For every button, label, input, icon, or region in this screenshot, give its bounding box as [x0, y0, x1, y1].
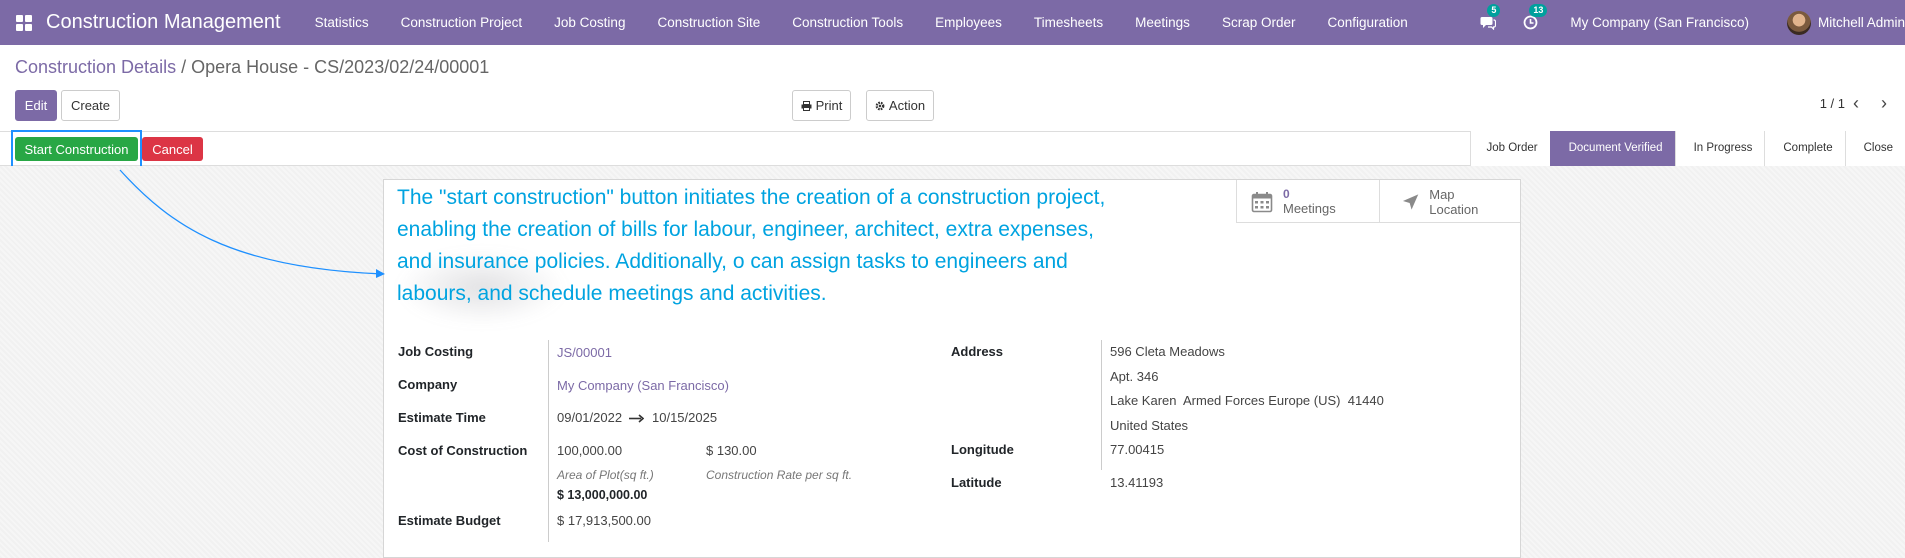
company-link[interactable]: My Company (San Francisco): [557, 378, 729, 393]
estimate-end-date[interactable]: 10/15/2025: [652, 410, 717, 425]
address-street2[interactable]: Apt. 346: [1110, 369, 1158, 384]
address-city-state-zip[interactable]: Lake Karen Armed Forces Europe (US) 4144…: [1110, 393, 1384, 408]
annotation-text: The "start construction" button initiate…: [397, 182, 1177, 310]
area-of-plot-value[interactable]: 100,000.00: [557, 443, 622, 458]
date-range-arrow-icon: [629, 414, 644, 423]
construction-rate-help: Construction Rate per sq ft.: [706, 468, 853, 482]
right-column-divider: [1101, 340, 1102, 470]
annotation-line-2: enabling the creation of bills for labou…: [397, 218, 1094, 241]
estimate-start-date[interactable]: 09/01/2022: [557, 410, 622, 425]
job-costing-link[interactable]: JS/00001: [557, 345, 612, 360]
longitude-label: Longitude: [951, 442, 1014, 457]
annotation-line-4: labours, and schedule meetings and activ…: [397, 282, 827, 305]
estimate-time-label: Estimate Time: [398, 410, 486, 425]
address-label: Address: [951, 344, 1004, 359]
address-country[interactable]: United States: [1110, 418, 1188, 433]
company-label: Company: [398, 377, 458, 392]
estimate-budget-value: $ 17,913,500.00: [557, 513, 651, 528]
latitude-label: Latitude: [951, 475, 1002, 490]
latitude-value[interactable]: 13.41193: [1110, 475, 1163, 490]
estimate-budget-label: Estimate Budget: [398, 513, 501, 528]
construction-rate-value[interactable]: $ 130.00: [706, 443, 757, 458]
address-street[interactable]: 596 Cleta Meadows: [1110, 344, 1225, 359]
cost-total-value: $ 13,000,000.00: [557, 488, 648, 502]
longitude-value[interactable]: 77.00415: [1110, 442, 1164, 457]
area-of-plot-help: Area of Plot(sq ft.): [557, 468, 654, 482]
cost-of-construction-label: Cost of Construction: [398, 443, 528, 458]
job-costing-label: Job Costing: [398, 344, 474, 359]
annotation-line-1: The "start construction" button initiate…: [397, 186, 1106, 209]
annotation-line-3: and insurance policies. Additionally, o …: [397, 250, 1068, 273]
left-column-divider: [548, 340, 549, 542]
